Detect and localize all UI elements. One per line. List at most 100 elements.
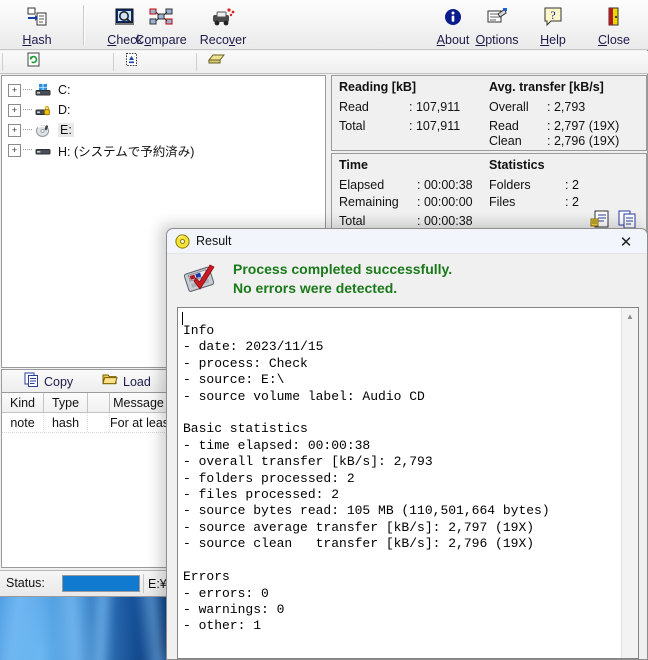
avg-key-read: Read [489, 119, 519, 133]
about-info-icon [443, 4, 463, 30]
load-messages-button[interactable]: Load [102, 372, 151, 391]
scroll-up-arrow-icon[interactable]: ▲ [622, 308, 638, 325]
reading-stats-panel: Reading [kB] Read : 107,911 Total : 107,… [331, 75, 647, 151]
result-log-box[interactable]: Info - date: 2023/11/15 - process: Check… [177, 307, 639, 659]
tree-item-d[interactable]: + D: [2, 100, 325, 120]
expand-plus-icon[interactable]: + [8, 143, 21, 157]
avg-key-clean: Clean [489, 134, 522, 148]
result-dialog: Result ✕ Process completed successfully.… [166, 228, 648, 660]
tree-connector [23, 89, 32, 91]
tree-item-h[interactable]: + H: (システムで予約済み) [2, 140, 325, 160]
tree-connector [23, 129, 32, 131]
toolbar-button-recover[interactable]: Recover [190, 2, 256, 48]
cell-type: hash [44, 413, 88, 432]
toolbar2-button-eject[interactable] [118, 52, 150, 72]
avg-value-clean: : 2,796 (19X) [547, 134, 620, 148]
column-header-blank[interactable] [88, 393, 110, 412]
expand-plus-icon[interactable]: + [8, 103, 21, 117]
hash-icon [25, 4, 49, 30]
table-header-row: Kind Type Message [2, 393, 167, 413]
tree-label: C: [58, 83, 71, 97]
time-stats-panel: Time Elapsed : 00:00:38 Remaining : 00:0… [331, 153, 647, 235]
recover-icon [209, 4, 237, 30]
time-key-remaining: Remaining [339, 195, 399, 209]
column-header-message[interactable]: Message [110, 393, 167, 412]
check-disk-icon [181, 262, 219, 296]
time-value-remaining: : 00:00:00 [417, 195, 473, 209]
tree-connector [23, 109, 32, 111]
table-row[interactable]: note hash For at least [2, 413, 167, 433]
time-value-total: : 00:00:38 [417, 214, 473, 228]
open-folder-icon [102, 372, 118, 391]
hard-drive-icon [34, 142, 52, 158]
toolbar2-separator [2, 53, 3, 71]
toolbar-button-close[interactable]: Close [586, 2, 642, 48]
stats-value-files: : 2 [565, 195, 579, 209]
options-icon [485, 4, 509, 30]
toolbar2-separator [113, 53, 114, 71]
copy-messages-label: Copy [44, 374, 74, 389]
log-scrollbar[interactable]: ▲ [621, 308, 638, 658]
copy-icon [24, 372, 39, 392]
cell-message: For at least [110, 415, 167, 430]
result-log-text[interactable]: Info - date: 2023/11/15 - process: Check… [178, 321, 618, 658]
toolbar-button-options[interactable]: Options [466, 2, 528, 48]
toolbar-label-hash: Hash [22, 33, 52, 47]
copy-messages-button[interactable]: Copy [24, 372, 73, 391]
refresh-icon [26, 52, 41, 72]
dialog-message-line-1: Process completed successfully. [233, 261, 453, 277]
reading-key-read: Read [339, 100, 369, 114]
status-label: Status: [6, 576, 45, 590]
column-header-type[interactable]: Type [44, 393, 88, 412]
statistics-title: Statistics [489, 158, 545, 172]
toolbar-label-about: About [436, 33, 470, 47]
locked-drive-icon [34, 102, 52, 118]
close-x-icon[interactable]: ✕ [605, 229, 647, 254]
toolbar-label-help: Help [540, 33, 566, 47]
toolbar2-button-cd-info[interactable] [202, 52, 236, 72]
toolbar-label-options: Options [475, 33, 519, 47]
dialog-title-text: Result [196, 234, 232, 248]
cd-drive-icon [34, 122, 52, 138]
cd-info-icon [207, 52, 226, 72]
progress-bar-fill [63, 576, 139, 591]
avg-value-overall: : 2,793 [547, 100, 586, 114]
expand-plus-icon[interactable]: + [8, 123, 21, 137]
secondary-toolbar [0, 51, 648, 74]
cell-kind: note [2, 413, 44, 432]
close-door-icon [604, 4, 624, 30]
reading-value-read: : 107,911 [409, 100, 461, 114]
progress-bar [62, 575, 140, 592]
toolbar-button-hash[interactable]: Hash [4, 2, 70, 48]
tree-item-c[interactable]: + C: [2, 80, 325, 100]
toolbar-button-help[interactable]: ? Help [528, 2, 578, 48]
dialog-title-bar[interactable]: Result ✕ [167, 229, 647, 254]
tree-item-e[interactable]: + E: [2, 120, 325, 140]
toolbar-label-close: Close [598, 33, 630, 47]
toolbar2-button-refresh[interactable] [20, 52, 52, 72]
load-messages-label: Load [123, 374, 151, 389]
compare-icon [148, 4, 174, 30]
reading-key-total: Total [339, 119, 366, 133]
cell-blank [88, 413, 110, 432]
avg-transfer-title: Avg. transfer [kB/s] [489, 80, 604, 94]
stats-key-folders: Folders [489, 178, 531, 192]
reading-title: Reading [kB] [339, 80, 417, 94]
dialog-message-line-2: No errors were detected. [233, 280, 398, 296]
toolbar-button-compare[interactable]: Compare [126, 2, 196, 48]
help-question-icon: ? [542, 4, 564, 30]
cd-disc-icon [175, 233, 190, 249]
stats-key-files: Files [489, 195, 516, 209]
eject-icon [124, 52, 139, 72]
expand-plus-icon[interactable]: + [8, 83, 21, 97]
main-toolbar: Hash Check Compare Recover About Options… [0, 0, 648, 50]
messages-table[interactable]: Kind Type Message note hash For at least [1, 392, 168, 568]
svg-text:?: ? [550, 8, 555, 22]
column-header-kind[interactable]: Kind [2, 393, 44, 412]
toolbar-label-compare: Compare [135, 33, 187, 47]
time-title: Time [339, 158, 368, 172]
tree-label: D: [58, 103, 71, 117]
time-key-total: Total [339, 214, 366, 228]
messages-toolbar: Copy Load [1, 369, 168, 392]
avg-value-read: : 2,797 (19X) [547, 119, 620, 133]
